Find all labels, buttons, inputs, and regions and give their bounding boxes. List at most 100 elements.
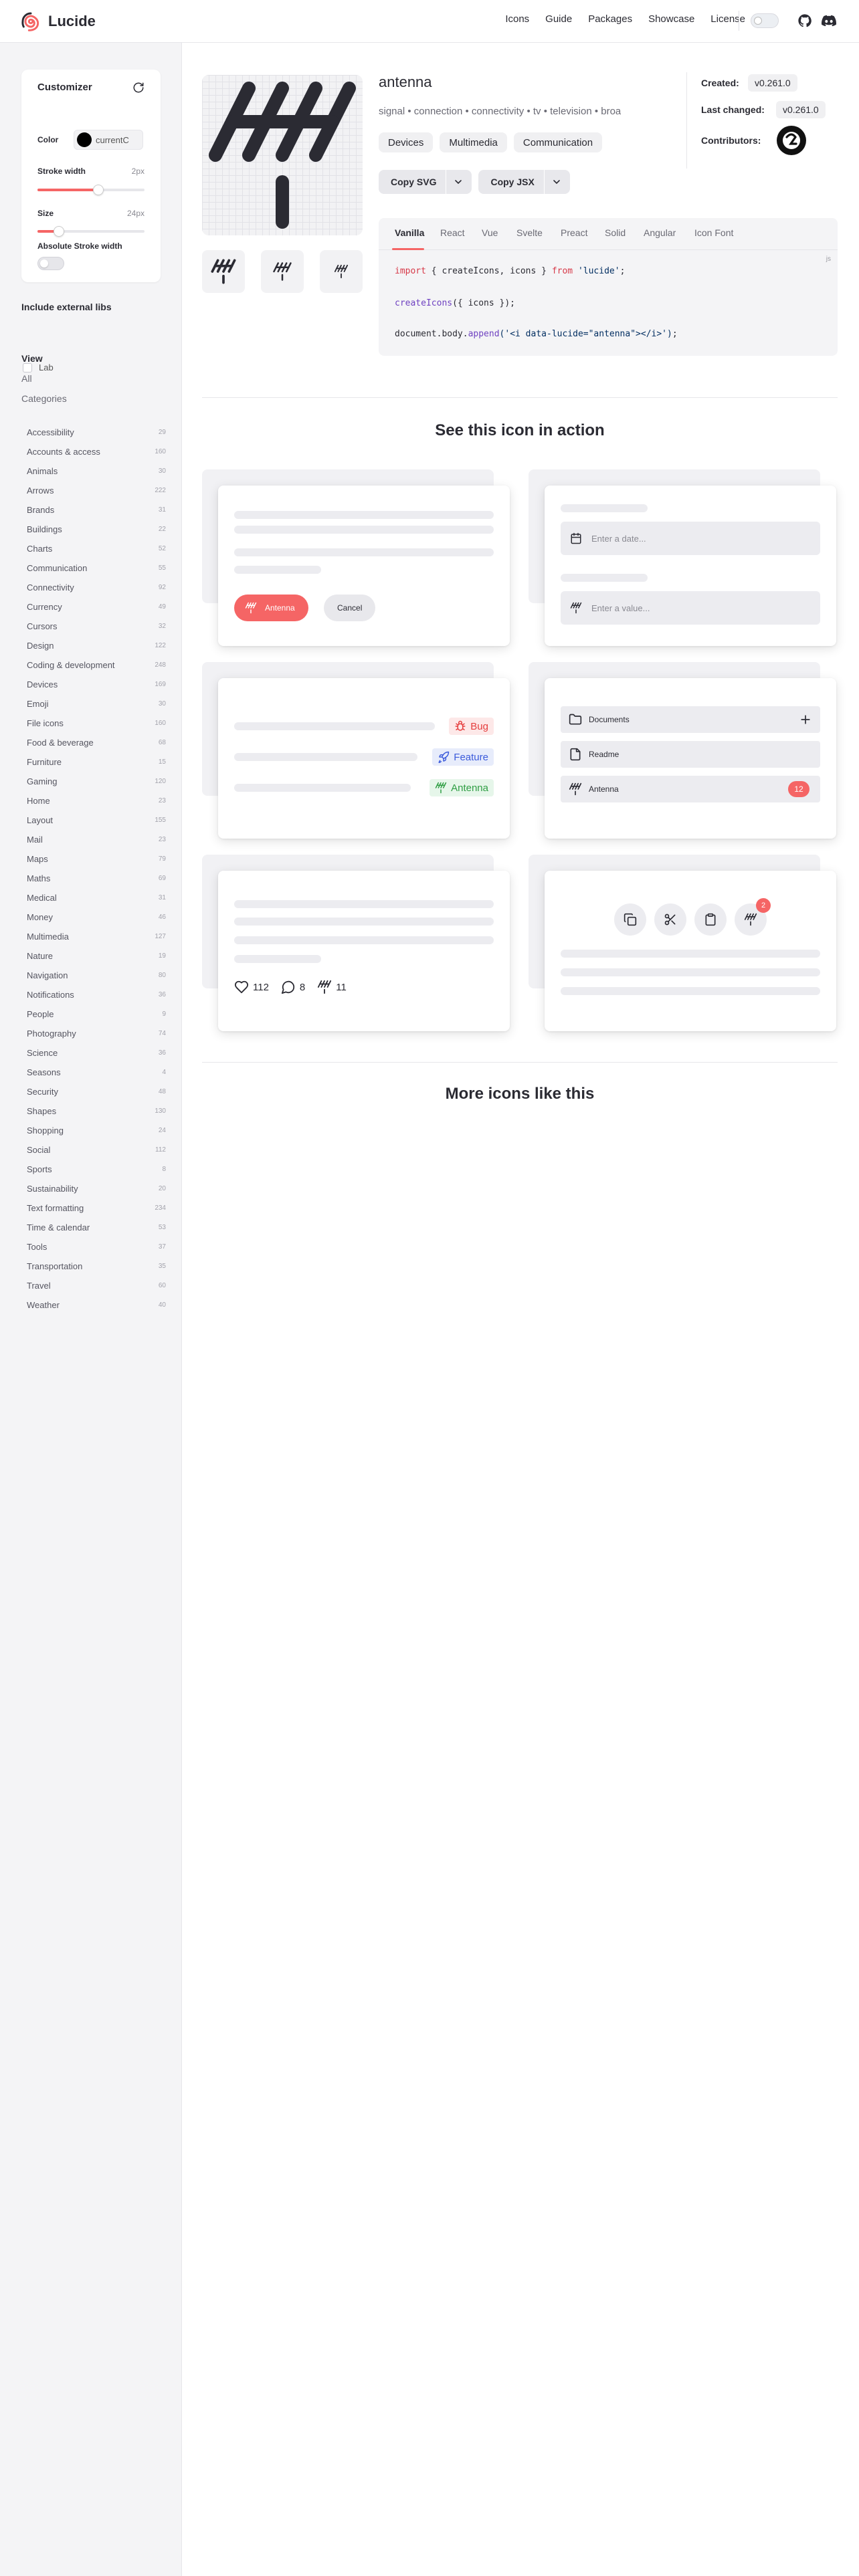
cancel-button[interactable]: Cancel bbox=[324, 595, 376, 621]
chevron-down-icon[interactable] bbox=[453, 177, 464, 187]
comments-stat[interactable]: 8 bbox=[281, 980, 305, 994]
sidebar-category-item[interactable]: Shapes 130 bbox=[27, 1101, 167, 1121]
copy-svg-button[interactable]: Copy SVG bbox=[379, 170, 472, 194]
reset-icon[interactable] bbox=[132, 82, 145, 94]
feature-tag[interactable]: Feature bbox=[432, 748, 494, 766]
file-readme[interactable]: Readme bbox=[561, 741, 820, 768]
chevron-down-icon[interactable] bbox=[551, 177, 562, 187]
folder-documents[interactable]: Documents bbox=[561, 706, 820, 733]
value-input[interactable]: Enter a value... bbox=[561, 591, 820, 625]
sidebar-category-item[interactable]: Connectivity 92 bbox=[27, 578, 167, 597]
tab-vanilla[interactable]: Vanilla bbox=[395, 227, 424, 238]
antenna-button[interactable]: Antenna bbox=[234, 595, 308, 621]
sidebar-category-item[interactable]: Money 46 bbox=[27, 907, 167, 927]
size-thumb[interactable] bbox=[54, 226, 64, 237]
sidebar-category-item[interactable]: Emoji 30 bbox=[27, 694, 167, 714]
sidebar-category-item[interactable]: Food & beverage 68 bbox=[27, 733, 167, 752]
sidebar-category-item[interactable]: Mail 23 bbox=[27, 830, 167, 849]
sidebar-category-item[interactable]: Buildings 22 bbox=[27, 520, 167, 539]
sidebar-category-item[interactable]: People 9 bbox=[27, 1004, 167, 1024]
avatar[interactable] bbox=[777, 126, 806, 155]
github-icon[interactable] bbox=[797, 13, 812, 28]
sidebar-category-item[interactable]: Arrows 222 bbox=[27, 481, 167, 500]
nav-link-showcase[interactable]: Showcase bbox=[648, 13, 694, 25]
sidebar-category-item[interactable]: Furniture 15 bbox=[27, 752, 167, 772]
view-categories-link[interactable]: Categories bbox=[21, 393, 67, 404]
sidebar-category-item[interactable]: Photography 74 bbox=[27, 1024, 167, 1043]
antenna-tool-button[interactable]: 2 bbox=[735, 898, 771, 936]
sidebar-category-item[interactable]: Home 23 bbox=[27, 791, 167, 811]
nav-link-icons[interactable]: Icons bbox=[505, 13, 529, 25]
stroke-width-thumb[interactable] bbox=[93, 185, 104, 195]
size-slider[interactable] bbox=[37, 226, 145, 237]
likes-stat[interactable]: 112 bbox=[234, 980, 269, 994]
sidebar-category-item[interactable]: Maps 79 bbox=[27, 849, 167, 869]
sidebar-category-item[interactable]: Charts 52 bbox=[27, 539, 167, 558]
sidebar-category-item[interactable]: Maths 69 bbox=[27, 869, 167, 888]
nav-link-packages[interactable]: Packages bbox=[588, 13, 632, 25]
color-swatch[interactable] bbox=[77, 132, 92, 147]
category-chip-multimedia[interactable]: Multimedia bbox=[440, 132, 507, 152]
sidebar-category-item[interactable]: Multimedia 127 bbox=[27, 927, 167, 946]
sidebar-category-item[interactable]: Gaming 120 bbox=[27, 772, 167, 791]
color-input[interactable]: currentC bbox=[74, 130, 143, 150]
stroke-width-slider[interactable] bbox=[37, 185, 145, 195]
sidebar-category-item[interactable]: Shopping 24 bbox=[27, 1121, 167, 1140]
sidebar-category-item[interactable]: Social 112 bbox=[27, 1140, 167, 1160]
theme-toggle[interactable] bbox=[751, 13, 779, 28]
copy-button[interactable] bbox=[614, 903, 646, 936]
lab-checkbox[interactable]: Lab bbox=[23, 362, 54, 372]
sidebar-category-item[interactable]: Notifications 36 bbox=[27, 985, 167, 1004]
sidebar-category-item[interactable]: Security 48 bbox=[27, 1082, 167, 1101]
nav-link-license[interactable]: License bbox=[710, 13, 745, 25]
tab-react[interactable]: React bbox=[440, 227, 465, 238]
sidebar-category-item[interactable]: Brands 31 bbox=[27, 500, 167, 520]
file-antenna[interactable]: Antenna 12 bbox=[561, 776, 820, 802]
last-changed-version[interactable]: v0.261.0 bbox=[776, 101, 826, 118]
sidebar-category-item[interactable]: Nature 19 bbox=[27, 946, 167, 966]
paste-button[interactable] bbox=[694, 903, 727, 936]
sidebar-category-item[interactable]: Weather 40 bbox=[27, 1295, 167, 1315]
preview-thumb-small[interactable] bbox=[320, 250, 363, 293]
sidebar-category-item[interactable]: Medical 31 bbox=[27, 888, 167, 907]
tab-icon-font[interactable]: Icon Font bbox=[694, 227, 733, 238]
sidebar-category-item[interactable]: Layout 155 bbox=[27, 811, 167, 830]
tab-preact[interactable]: Preact bbox=[561, 227, 587, 238]
sidebar-category-item[interactable]: Navigation 80 bbox=[27, 966, 167, 985]
sidebar-category-item[interactable]: Time & calendar 53 bbox=[27, 1218, 167, 1237]
tab-solid[interactable]: Solid bbox=[605, 227, 626, 238]
sidebar-category-item[interactable]: File icons 160 bbox=[27, 714, 167, 733]
sidebar-category-item[interactable]: Communication 55 bbox=[27, 558, 167, 578]
sidebar-category-item[interactable]: Accessibility 29 bbox=[27, 423, 167, 442]
cut-button[interactable] bbox=[654, 903, 686, 936]
sidebar-category-item[interactable]: Animals 30 bbox=[27, 461, 167, 481]
sidebar-category-item[interactable]: Sports 8 bbox=[27, 1160, 167, 1179]
sidebar-category-item[interactable]: Cursors 32 bbox=[27, 617, 167, 636]
sidebar-category-item[interactable]: Science 36 bbox=[27, 1043, 167, 1063]
date-input[interactable]: Enter a date... bbox=[561, 522, 820, 555]
sidebar-category-item[interactable]: Travel 60 bbox=[27, 1276, 167, 1295]
category-chip-devices[interactable]: Devices bbox=[379, 132, 434, 152]
sidebar-category-item[interactable]: Accounts & access 160 bbox=[27, 442, 167, 461]
antenna-tag[interactable]: Antenna bbox=[430, 779, 494, 796]
sidebar-category-item[interactable]: Text formatting 234 bbox=[27, 1198, 167, 1218]
sidebar-category-item[interactable]: Design 122 bbox=[27, 636, 167, 655]
tab-svelte[interactable]: Svelte bbox=[516, 227, 543, 238]
sidebar-category-item[interactable]: Devices 169 bbox=[27, 675, 167, 694]
preview-thumb-large[interactable] bbox=[202, 250, 245, 293]
created-version[interactable]: v0.261.0 bbox=[748, 74, 797, 92]
preview-thumb-medium[interactable] bbox=[261, 250, 304, 293]
category-chip-communication[interactable]: Communication bbox=[513, 132, 603, 152]
sidebar-category-item[interactable]: Transportation 35 bbox=[27, 1257, 167, 1276]
antenna-stat[interactable]: 11 bbox=[317, 980, 347, 994]
sidebar-category-item[interactable]: Tools 37 bbox=[27, 1237, 167, 1257]
checkbox-box[interactable] bbox=[23, 362, 32, 372]
absolute-stroke-toggle[interactable] bbox=[37, 257, 64, 270]
brand-logo[interactable]: Lucide bbox=[20, 11, 96, 32]
tab-vue[interactable]: Vue bbox=[482, 227, 498, 238]
view-all-link[interactable]: All bbox=[21, 373, 32, 384]
sidebar-category-item[interactable]: Seasons 4 bbox=[27, 1063, 167, 1082]
tab-angular[interactable]: Angular bbox=[644, 227, 676, 238]
nav-link-guide[interactable]: Guide bbox=[545, 13, 572, 25]
sidebar-category-item[interactable]: Coding & development 248 bbox=[27, 655, 167, 675]
